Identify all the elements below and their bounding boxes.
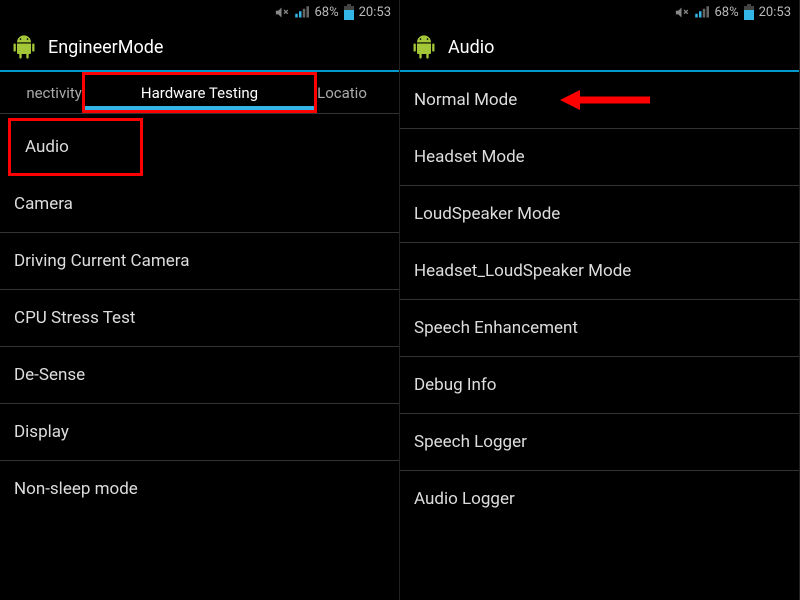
clock: 20:53 bbox=[359, 5, 391, 20]
list-item-driving-current-camera[interactable]: Driving Current Camera bbox=[0, 233, 399, 290]
mute-icon bbox=[674, 5, 689, 20]
app-title: Audio bbox=[448, 37, 494, 58]
tab-bar: nectivity Hardware Testing Locatio bbox=[0, 72, 399, 114]
list-item-audio[interactable]: Audio bbox=[8, 118, 143, 176]
audio-list: Normal Mode Headset Mode LoudSpeaker Mod… bbox=[400, 72, 799, 527]
list-item-label: LoudSpeaker Mode bbox=[414, 204, 560, 224]
list-item-loudspeaker-mode[interactable]: LoudSpeaker Mode bbox=[400, 186, 799, 243]
list-item-non-sleep-mode[interactable]: Non-sleep mode bbox=[0, 461, 399, 517]
list-item-label: Speech Logger bbox=[414, 432, 527, 452]
list-item-label: Normal Mode bbox=[414, 90, 517, 110]
battery-icon bbox=[744, 4, 754, 20]
list-item-label: Headset Mode bbox=[414, 147, 525, 167]
title-bar: EngineerMode bbox=[0, 24, 399, 72]
list-item-display[interactable]: Display bbox=[0, 404, 399, 461]
battery-percent: 68% bbox=[714, 5, 738, 20]
settings-list: Audio Camera Driving Current Camera CPU … bbox=[0, 114, 399, 517]
list-item-label: CPU Stress Test bbox=[14, 308, 135, 328]
list-item-headset-mode[interactable]: Headset Mode bbox=[400, 129, 799, 186]
list-item-debug-info[interactable]: Debug Info bbox=[400, 357, 799, 414]
app-title: EngineerMode bbox=[48, 37, 163, 58]
list-item-de-sense[interactable]: De-Sense bbox=[0, 347, 399, 404]
tab-label: Hardware Testing bbox=[141, 84, 258, 102]
list-item-speech-logger[interactable]: Speech Logger bbox=[400, 414, 799, 471]
android-icon bbox=[410, 33, 438, 61]
signal-icon bbox=[294, 5, 309, 20]
list-item-label: De-Sense bbox=[14, 365, 85, 385]
status-bar: 68% 20:53 bbox=[0, 0, 399, 24]
arrow-icon bbox=[560, 90, 650, 110]
list-item-cpu-stress-test[interactable]: CPU Stress Test bbox=[0, 290, 399, 347]
tab-label: Locatio bbox=[317, 84, 367, 102]
signal-icon bbox=[694, 5, 709, 20]
title-bar: Audio bbox=[400, 24, 799, 72]
list-item-label: Audio bbox=[25, 137, 69, 157]
list-item-label: Debug Info bbox=[414, 375, 496, 395]
status-bar: 68% 20:53 bbox=[400, 0, 799, 24]
tab-hardware-testing[interactable]: Hardware Testing bbox=[82, 72, 317, 113]
clock: 20:53 bbox=[759, 5, 791, 20]
list-item-label: Speech Enhancement bbox=[414, 318, 578, 338]
list-item-label: Audio Logger bbox=[414, 489, 515, 509]
android-icon bbox=[10, 33, 38, 61]
tab-location[interactable]: Locatio bbox=[317, 72, 399, 113]
tab-label: nectivity bbox=[26, 84, 82, 102]
list-item-label: Non-sleep mode bbox=[14, 479, 138, 499]
list-item-label: Headset_LoudSpeaker Mode bbox=[414, 261, 631, 281]
battery-percent: 68% bbox=[314, 5, 338, 20]
list-item-audio-logger[interactable]: Audio Logger bbox=[400, 471, 799, 527]
list-item-normal-mode[interactable]: Normal Mode bbox=[400, 72, 799, 129]
mute-icon bbox=[274, 5, 289, 20]
list-item-headset-loudspeaker-mode[interactable]: Headset_LoudSpeaker Mode bbox=[400, 243, 799, 300]
list-item-label: Display bbox=[14, 422, 69, 442]
list-item-camera[interactable]: Camera bbox=[0, 176, 399, 233]
battery-icon bbox=[344, 4, 354, 20]
tab-connectivity[interactable]: nectivity bbox=[0, 72, 82, 113]
list-item-speech-enhancement[interactable]: Speech Enhancement bbox=[400, 300, 799, 357]
left-screen: 68% 20:53 EngineerMode nectivity Hardwar… bbox=[0, 0, 400, 600]
right-screen: 68% 20:53 Audio Normal Mode Headset Mode… bbox=[400, 0, 800, 600]
list-item-label: Camera bbox=[14, 194, 73, 214]
list-item-label: Driving Current Camera bbox=[14, 251, 189, 271]
